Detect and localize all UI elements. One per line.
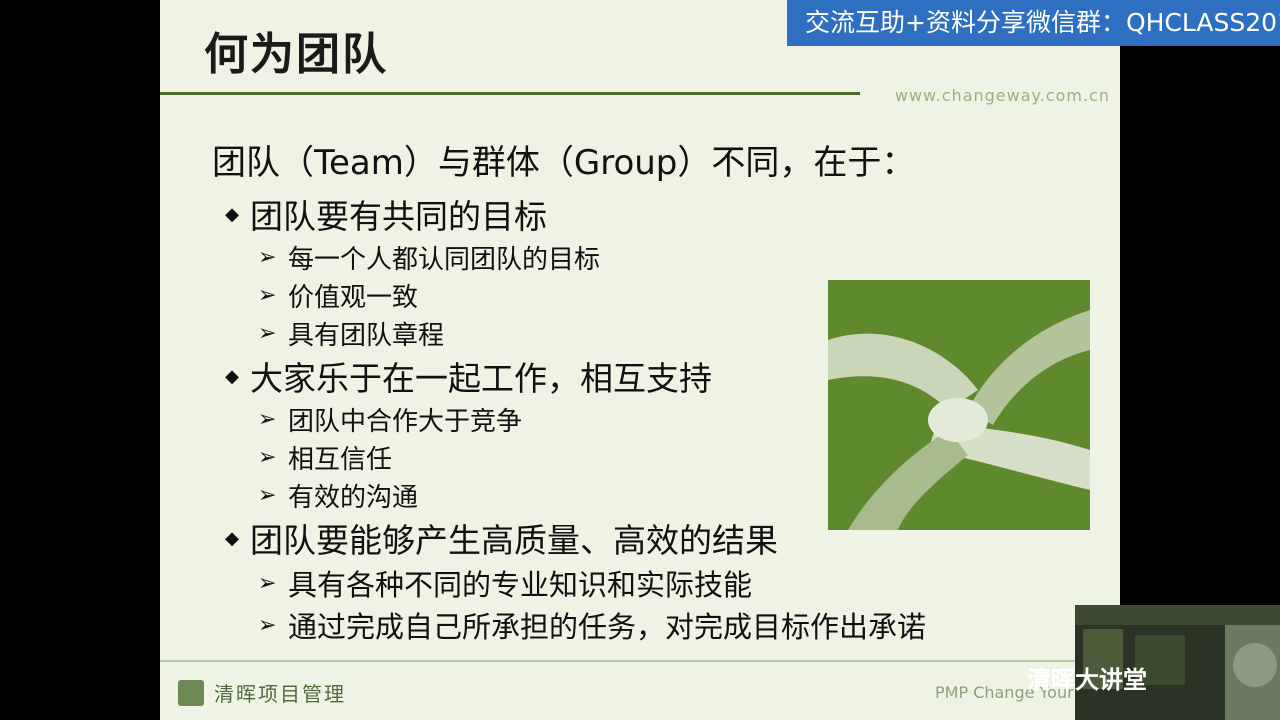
bullet-point: ◆ 团队要有共同的目标: [212, 190, 926, 238]
title-divider: [160, 92, 860, 95]
sub-bullet: ➢ 具有团队章程: [258, 314, 926, 352]
sub-bullet-text: 相互信任: [288, 444, 393, 475]
bullet-text: 团队要有共同的目标: [250, 197, 547, 236]
wechat-group-banner: 交流互助+资料分享微信群：QHCLASS2019: [787, 0, 1280, 46]
logo-icon: [178, 679, 204, 706]
diamond-bullet-icon: ◆: [225, 527, 239, 549]
sub-bullet-text: 每一个人都认同团队的目标: [288, 244, 601, 275]
slide-content: 团队（Team）与群体（Group）不同，在于： ◆ 团队要有共同的目标 ➢ 每…: [212, 135, 926, 646]
sub-bullet-text: 团队中合作大于竞争: [288, 406, 523, 437]
bullet-point: ◆ 团队要能够产生高质量、高效的结果: [212, 514, 926, 562]
sub-bullet-text: 有效的沟通: [288, 482, 419, 513]
footer-logo: 清晖项目管理: [178, 678, 346, 707]
sub-bullet: ➢ 价值观一致: [258, 276, 926, 314]
slide: 何为团队 www.changeway.com.cn 团队（Team）与群体（Gr…: [160, 0, 1120, 720]
arrow-bullet-icon: ➢: [258, 612, 277, 638]
website-url: www.changeway.com.cn: [894, 86, 1110, 105]
arrow-bullet-icon: ➢: [258, 244, 277, 270]
arrow-bullet-icon: ➢: [258, 406, 277, 432]
arrow-bullet-icon: ➢: [258, 482, 277, 508]
sub-bullet: ➢ 具有各种不同的专业知识和实际技能: [258, 562, 926, 604]
sub-bullet-text: 通过完成自己所承担的任务，对完成目标作出承诺: [288, 610, 927, 644]
sub-bullet: ➢ 有效的沟通: [258, 476, 926, 514]
sub-bullet: ➢ 团队中合作大于竞争: [258, 400, 926, 438]
bullet-text: 大家乐于在一起工作，相互支持: [250, 359, 712, 398]
diamond-bullet-icon: ◆: [225, 203, 239, 225]
sub-bullet: ➢ 通过完成自己所承担的任务，对完成目标作出承诺: [258, 604, 926, 646]
logo-text: 清晖项目管理: [214, 682, 346, 706]
bullet-text: 团队要能够产生高质量、高效的结果: [250, 521, 778, 560]
arrow-bullet-icon: ➢: [258, 570, 277, 596]
arrow-bullet-icon: ➢: [258, 320, 277, 346]
bullet-point: ◆ 大家乐于在一起工作，相互支持: [212, 352, 926, 400]
sub-bullet: ➢ 每一个人都认同团队的目标: [258, 238, 926, 276]
slide-title: 何为团队: [204, 29, 388, 80]
hands-illustration: [828, 280, 1090, 530]
sub-bullet: ➢ 相互信任: [258, 438, 926, 476]
arrow-bullet-icon: ➢: [258, 444, 277, 470]
webcam-label: 清晖大讲堂: [1027, 666, 1147, 694]
sub-bullet-text: 具有各种不同的专业知识和实际技能: [288, 568, 753, 602]
sub-bullet-text: 价值观一致: [288, 282, 419, 313]
hands-teamwork-image: [828, 280, 1090, 530]
arrow-bullet-icon: ➢: [258, 282, 277, 308]
diamond-bullet-icon: ◆: [225, 365, 239, 387]
sub-bullet-text: 具有团队章程: [288, 320, 445, 351]
intro-text: 团队（Team）与群体（Group）不同，在于：: [212, 143, 916, 183]
